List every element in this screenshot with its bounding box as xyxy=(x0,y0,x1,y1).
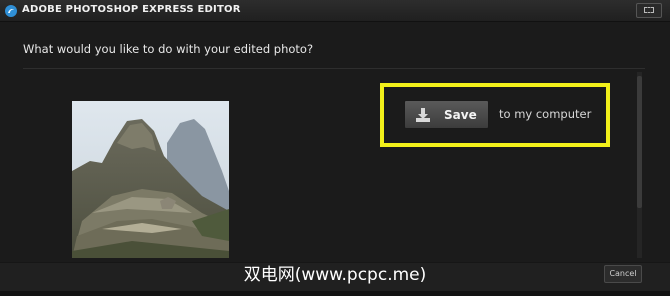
dialog-question: What would you like to do with your edit… xyxy=(23,42,314,56)
download-arrow-icon xyxy=(416,108,430,122)
edited-photo-thumbnail xyxy=(72,101,229,258)
title-bar: ADOBE PHOTOSHOP EXPRESS EDITOR xyxy=(0,0,670,22)
save-button[interactable]: Save xyxy=(404,100,489,129)
bottom-strip xyxy=(0,291,670,296)
save-button-label: Save xyxy=(444,108,477,122)
save-destination-label: to my computer xyxy=(499,107,592,121)
divider xyxy=(23,68,645,69)
mountain-photo xyxy=(72,101,229,258)
window-restore-icon xyxy=(644,7,654,13)
save-dialog: What would you like to do with your edit… xyxy=(0,22,670,262)
scrollbar-thumb[interactable] xyxy=(637,76,642,208)
window-title: ADOBE PHOTOSHOP EXPRESS EDITOR xyxy=(22,4,241,15)
cancel-button[interactable]: Cancel xyxy=(604,265,642,283)
window-restore-button[interactable] xyxy=(636,3,662,18)
watermark-text: 双电网(www.pcpc.me) xyxy=(243,265,427,285)
photoshop-express-logo-icon xyxy=(5,5,17,17)
